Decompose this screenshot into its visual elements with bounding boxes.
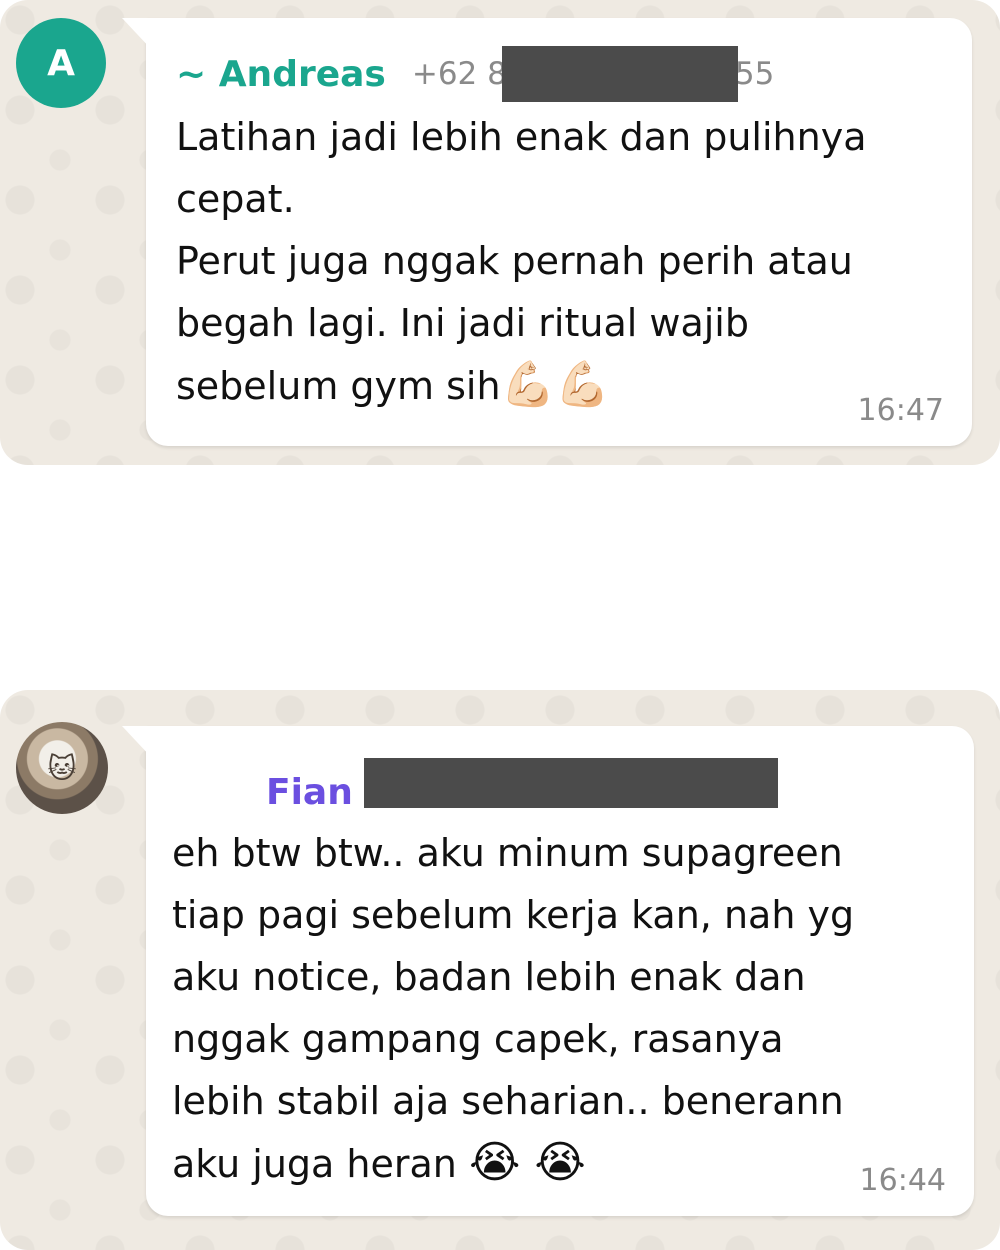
- chat-panel-andreas: A ~ Andreas +62 8 55 Latihan jadi lebih e…: [0, 0, 1000, 465]
- flexed-biceps-emoji: 💪🏻💪🏻: [500, 359, 611, 410]
- message-bubble[interactable]: ~ Andreas +62 8 55 Latihan jadi lebih ena…: [122, 18, 972, 446]
- phone-prefix: +62 8: [411, 56, 507, 92]
- bubble-tail: [122, 18, 152, 50]
- message-body: eh btw btw.. aku minum supagreen tiap pa…: [172, 831, 855, 1186]
- message-bubble[interactable]: Fian eh btw btw.. aku minum supagreen ti…: [122, 726, 974, 1216]
- loudly-crying-emoji: 😭 😭: [468, 1137, 586, 1188]
- bubble-tail: [122, 726, 152, 758]
- message-text: eh btw btw.. aku minum supagreen tiap pa…: [172, 822, 952, 1195]
- avatar-fian[interactable]: 🐱: [16, 722, 108, 814]
- chat-panel-fian: 🐱 Fian eh btw btw.. aku minum supagreen …: [0, 690, 1000, 1250]
- redaction-box: [502, 46, 738, 102]
- message-header: Fian: [266, 770, 353, 814]
- message-time: 16:47: [857, 393, 944, 428]
- avatar-letter: A: [47, 42, 75, 84]
- message-time: 16:44: [859, 1163, 946, 1198]
- avatar-andreas[interactable]: A: [16, 18, 106, 108]
- cat-photo-icon: 🐱: [47, 751, 77, 785]
- redaction-box: [364, 758, 778, 808]
- phone-suffix: 55: [734, 56, 775, 92]
- message-text: Latihan jadi lebih enak dan pulihnya cep…: [176, 106, 946, 417]
- sender-name[interactable]: ~ Andreas: [176, 54, 386, 95]
- sender-name[interactable]: Fian: [266, 772, 353, 813]
